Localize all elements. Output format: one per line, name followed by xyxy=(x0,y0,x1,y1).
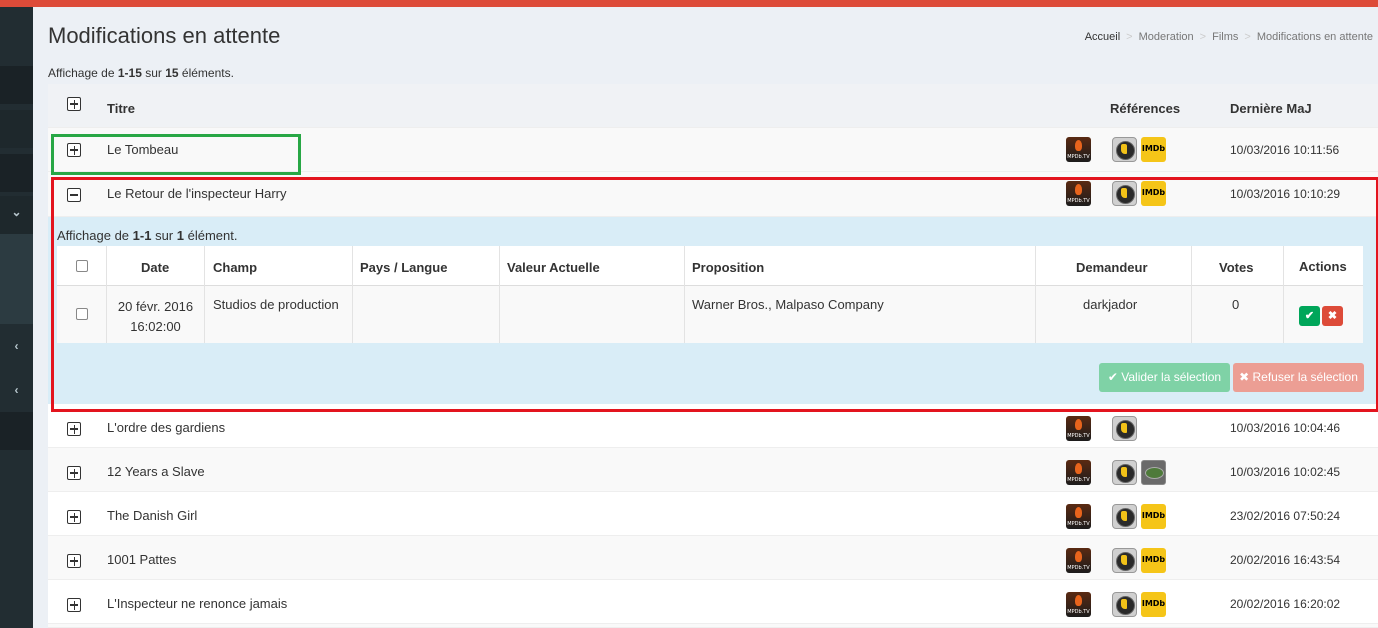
page-title: Modifications en attente xyxy=(48,23,281,48)
breadcrumb-moderation[interactable]: Moderation xyxy=(1139,31,1194,43)
table-header: Titre Références Dernière MaJ xyxy=(48,84,1378,128)
imdb-icon[interactable]: IMDb xyxy=(1141,592,1166,617)
allocine-icon[interactable] xyxy=(1112,504,1137,529)
allocine-icon[interactable] xyxy=(1112,592,1137,617)
sidebar-submenu xyxy=(0,234,33,324)
expand-row-icon[interactable] xyxy=(67,554,81,568)
sidebar-item[interactable] xyxy=(0,110,33,148)
last-update-date: 23/02/2016 07:50:24 xyxy=(1230,509,1341,523)
sidebar-item[interactable] xyxy=(0,66,33,104)
mpdb-icon[interactable]: MPDb.TV xyxy=(1066,460,1091,485)
last-update-date: 20/02/2016 16:43:54 xyxy=(1230,553,1341,567)
allocine-icon[interactable] xyxy=(1112,460,1137,485)
film-title[interactable]: L'ordre des gardiens xyxy=(107,420,225,435)
table-row-partial xyxy=(48,624,1378,628)
highlight-red-box xyxy=(51,177,1378,412)
external-reference-icon[interactable] xyxy=(1141,460,1166,485)
allocine-icon[interactable] xyxy=(1112,548,1137,573)
allocine-icon[interactable] xyxy=(1112,137,1137,162)
expand-row-icon[interactable] xyxy=(67,510,81,524)
film-title[interactable]: The Danish Girl xyxy=(107,508,197,523)
column-last-update[interactable]: Dernière MaJ xyxy=(1230,101,1312,116)
expand-all-icon[interactable] xyxy=(67,97,81,111)
film-title[interactable]: 12 Years a Slave xyxy=(107,464,205,479)
results-summary: Affichage de 1-15 sur 15 éléments. xyxy=(48,66,234,80)
allocine-icon[interactable] xyxy=(1112,416,1137,441)
table-row[interactable]: L'Inspecteur ne renonce jamais MPDb.TV I… xyxy=(48,580,1378,624)
mpdb-icon[interactable]: MPDb.TV xyxy=(1066,416,1091,441)
expand-row-icon[interactable] xyxy=(67,598,81,612)
chevron-down-icon[interactable]: ⌄ xyxy=(0,205,33,219)
highlight-green-box xyxy=(51,134,301,175)
film-title[interactable]: L'Inspecteur ne renonce jamais xyxy=(107,596,287,611)
imdb-icon[interactable]: IMDb xyxy=(1141,137,1166,162)
mpdb-icon[interactable]: MPDb.TV xyxy=(1066,548,1091,573)
sidebar: ⌄ ‹ ‹ xyxy=(0,7,33,628)
column-references[interactable]: Références xyxy=(1110,101,1180,116)
expand-row-icon[interactable] xyxy=(67,422,81,436)
table-row[interactable]: 1001 Pattes MPDb.TV IMDb 20/02/2016 16:4… xyxy=(48,536,1378,580)
sidebar-item[interactable] xyxy=(0,412,33,450)
column-title[interactable]: Titre xyxy=(107,101,135,116)
last-update-date: 20/02/2016 16:20:02 xyxy=(1230,597,1341,611)
film-title[interactable]: 1001 Pattes xyxy=(107,552,176,567)
last-update-date: 10/03/2016 10:04:46 xyxy=(1230,421,1341,435)
imdb-icon[interactable]: IMDb xyxy=(1141,548,1166,573)
breadcrumb-current: Modifications en attente xyxy=(1256,31,1373,43)
mpdb-icon[interactable]: MPDb.TV xyxy=(1066,504,1091,529)
sidebar-item[interactable] xyxy=(0,154,33,192)
top-accent-bar xyxy=(0,0,1378,7)
main-content: Modifications en attente Accueil > Moderat… xyxy=(33,7,1378,628)
mpdb-icon[interactable]: MPDb.TV xyxy=(1066,137,1091,162)
last-update-date: 10/03/2016 10:11:56 xyxy=(1230,143,1340,157)
breadcrumb-home[interactable]: Accueil xyxy=(1085,31,1120,43)
chevron-left-icon[interactable]: ‹ xyxy=(0,383,33,397)
imdb-icon[interactable]: IMDb xyxy=(1141,504,1166,529)
expand-row-icon[interactable] xyxy=(67,466,81,480)
last-update-date: 10/03/2016 10:02:45 xyxy=(1230,465,1341,479)
breadcrumb: Accueil > Moderation > Films > Modifications e… xyxy=(1084,31,1373,43)
mpdb-icon[interactable]: MPDb.TV xyxy=(1066,592,1091,617)
chevron-left-icon[interactable]: ‹ xyxy=(0,339,33,353)
table-row[interactable]: 12 Years a Slave MPDb.TV 10/03/2016 10:0… xyxy=(48,448,1378,492)
table-row[interactable]: The Danish Girl MPDb.TV IMDb 23/02/2016 … xyxy=(48,492,1378,536)
breadcrumb-films[interactable]: Films xyxy=(1212,31,1238,43)
